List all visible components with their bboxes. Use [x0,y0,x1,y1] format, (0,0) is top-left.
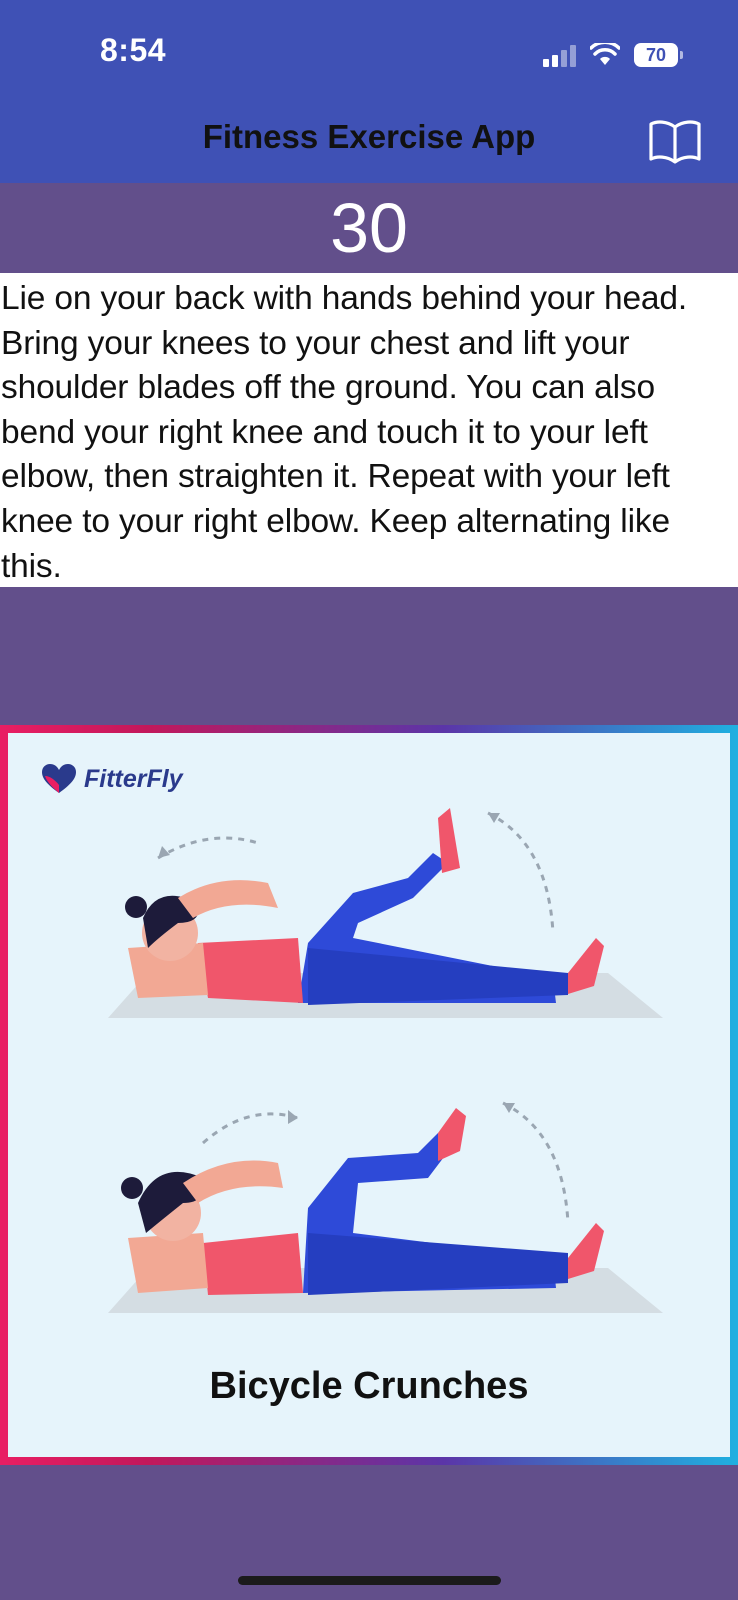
page-title: Fitness Exercise App [202,118,536,155]
wifi-icon [590,43,620,65]
cellular-signal-icon [543,43,576,67]
exercise-illustration: FitterFly Bicycle Crunches [8,733,730,1457]
status-time: 8:54 [100,32,167,68]
book-icon[interactable] [647,117,703,165]
home-indicator[interactable] [238,1576,501,1585]
battery-icon: 70 [634,43,683,67]
exercise-image: FitterFly Bicycle Crunches [0,725,738,1465]
exercise-caption: Bicycle Crunches [209,1365,529,1407]
app-header: 8:54 70 Fitness Exercise App [0,0,738,183]
description-box: Lie on your back with hands behind your … [0,273,738,587]
battery-level: 70 [645,44,667,65]
exercise-figures [108,808,663,1313]
countdown-counter: 30 [330,189,408,267]
status-icons: 70 [543,38,683,72]
exercise-description: Lie on your back with hands behind your … [1,280,688,585]
